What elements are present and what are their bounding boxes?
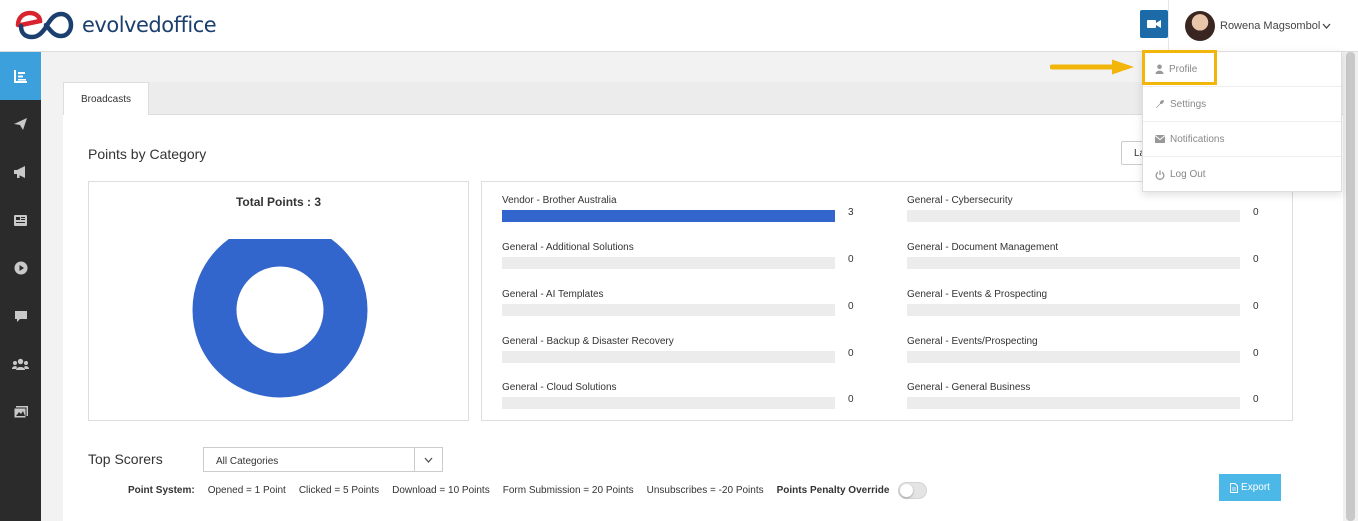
logo[interactable]: evolvedoffice [14, 10, 217, 40]
menu-item-label: Settings [1170, 98, 1207, 110]
evolvedoffice-logo-mark [15, 10, 74, 40]
video-button[interactable] [1140, 10, 1168, 38]
bar-value: 0 [848, 348, 854, 359]
bar-label: General - Cloud Solutions [502, 382, 617, 393]
bar-value: 0 [1253, 394, 1259, 405]
donut-chart [192, 239, 368, 398]
bar-track [907, 257, 1240, 269]
images-icon [13, 406, 28, 419]
bar-track [502, 210, 835, 222]
page-scrollbar[interactable] [1343, 52, 1358, 521]
bar-value: 0 [1253, 207, 1259, 218]
bar-track [907, 210, 1240, 222]
menu-item-notifications[interactable]: Notifications [1143, 122, 1341, 157]
toggle-knob [900, 484, 914, 497]
bar-label: General - Document Management [907, 242, 1059, 253]
bar-track [907, 351, 1240, 363]
paper-plane-icon [14, 118, 27, 130]
bar-label: General - Events/Prospecting [907, 336, 1038, 347]
bar-value: 0 [848, 254, 854, 265]
power-icon [1155, 170, 1165, 180]
chevron-down-icon [1322, 23, 1331, 29]
video-camera-icon [1147, 20, 1161, 28]
sidebar-item-dashboard[interactable] [0, 52, 41, 100]
menu-item-label: Log Out [1170, 169, 1206, 180]
bar-value: 0 [1253, 254, 1259, 265]
bar-value: 0 [1253, 348, 1259, 359]
sidebar-item-media[interactable] [0, 388, 41, 436]
category-bars-card: Vendor - Brother Australia 3 General - Add… [481, 181, 1293, 421]
file-icon [1230, 482, 1239, 493]
points-by-category-title: Points by Category [88, 146, 207, 162]
sidebar-item-content[interactable] [0, 196, 41, 244]
bar-track [907, 304, 1240, 316]
sidebar [0, 52, 41, 521]
penalty-override-label: Points Penalty Override [776, 485, 890, 496]
point-rule: Unsubscribes = -20 Points [646, 485, 764, 496]
avatar [1185, 11, 1215, 41]
bar-fill [502, 210, 835, 222]
sidebar-item-send[interactable] [0, 100, 41, 148]
sidebar-item-campaigns[interactable] [0, 148, 41, 196]
sidebar-item-messages[interactable] [0, 292, 41, 340]
bar-label: General - Backup & Disaster Recovery [502, 336, 674, 347]
user-menu-toggle[interactable]: Rowena Magsombol [1168, 0, 1340, 52]
menu-item-logout[interactable]: Log Out [1143, 157, 1341, 192]
envelope-icon [1155, 135, 1165, 143]
bar-track [502, 397, 835, 409]
play-circle-icon [14, 261, 27, 275]
bar-label: General - General Business [907, 382, 1031, 393]
bar-track [502, 257, 835, 269]
chevron-down-icon [414, 448, 442, 471]
category-select-value: All Categories [216, 456, 279, 467]
bar-label: General - Events & Prospecting [907, 289, 1048, 300]
bar-chart-icon [13, 70, 27, 83]
sidebar-item-contacts[interactable] [0, 340, 41, 388]
sidebar-item-videos[interactable] [0, 244, 41, 292]
point-rule: Opened = 1 Point [207, 485, 286, 496]
comment-icon [14, 310, 27, 322]
donut-ring [192, 239, 368, 398]
bar-track [907, 397, 1240, 409]
bar-value: 0 [848, 301, 854, 312]
donut-title: Total Points : 3 [235, 195, 322, 209]
penalty-override-toggle[interactable] [898, 482, 928, 499]
bar-value: 0 [1253, 301, 1259, 312]
users-icon [12, 358, 29, 370]
user-name: Rowena Magsombol [1220, 20, 1321, 32]
bar-label: General - Cybersecurity [907, 195, 1013, 206]
newspaper-icon [14, 214, 27, 226]
bar-value: 3 [848, 207, 854, 218]
logo-text-evolved: evolved [82, 13, 162, 37]
tab-broadcasts[interactable]: Broadcasts [63, 82, 149, 115]
point-rule: Download = 10 Points [392, 485, 490, 496]
bar-value: 0 [848, 394, 854, 405]
menu-item-label: Notifications [1170, 133, 1225, 145]
annotation-arrow-icon [1050, 59, 1134, 75]
megaphone-icon [14, 166, 25, 178]
top-bar: evolvedoffice Rowena Magsombol [0, 0, 1358, 52]
top-scorers-title: Top Scorers [88, 451, 163, 467]
scrollbar-thumb[interactable] [1346, 52, 1355, 521]
export-button[interactable]: Export [1219, 474, 1281, 501]
bar-label: Vendor - Brother Australia [502, 195, 617, 206]
bar-label: General - AI Templates [502, 289, 604, 300]
logo-text: evolvedoffice [82, 13, 217, 37]
point-system-row: Point System: Opened = 1 Point Clicked =… [128, 482, 928, 499]
profile-highlight-box [1142, 50, 1217, 85]
bar-track [502, 351, 835, 363]
wrench-icon [1156, 100, 1164, 108]
category-select[interactable]: All Categories [203, 447, 443, 472]
export-label: Export [1241, 482, 1270, 493]
menu-item-settings[interactable]: Settings [1143, 87, 1341, 122]
point-system-label: Point System: [128, 485, 195, 496]
point-rule: Form Submission = 20 Points [502, 485, 634, 496]
donut-chart-card: Total Points : 3 [88, 181, 469, 421]
bar-track [502, 304, 835, 316]
point-rule: Clicked = 5 Points [298, 485, 380, 496]
bar-label: General - Additional Solutions [502, 242, 634, 253]
logo-text-office: office [161, 13, 217, 37]
